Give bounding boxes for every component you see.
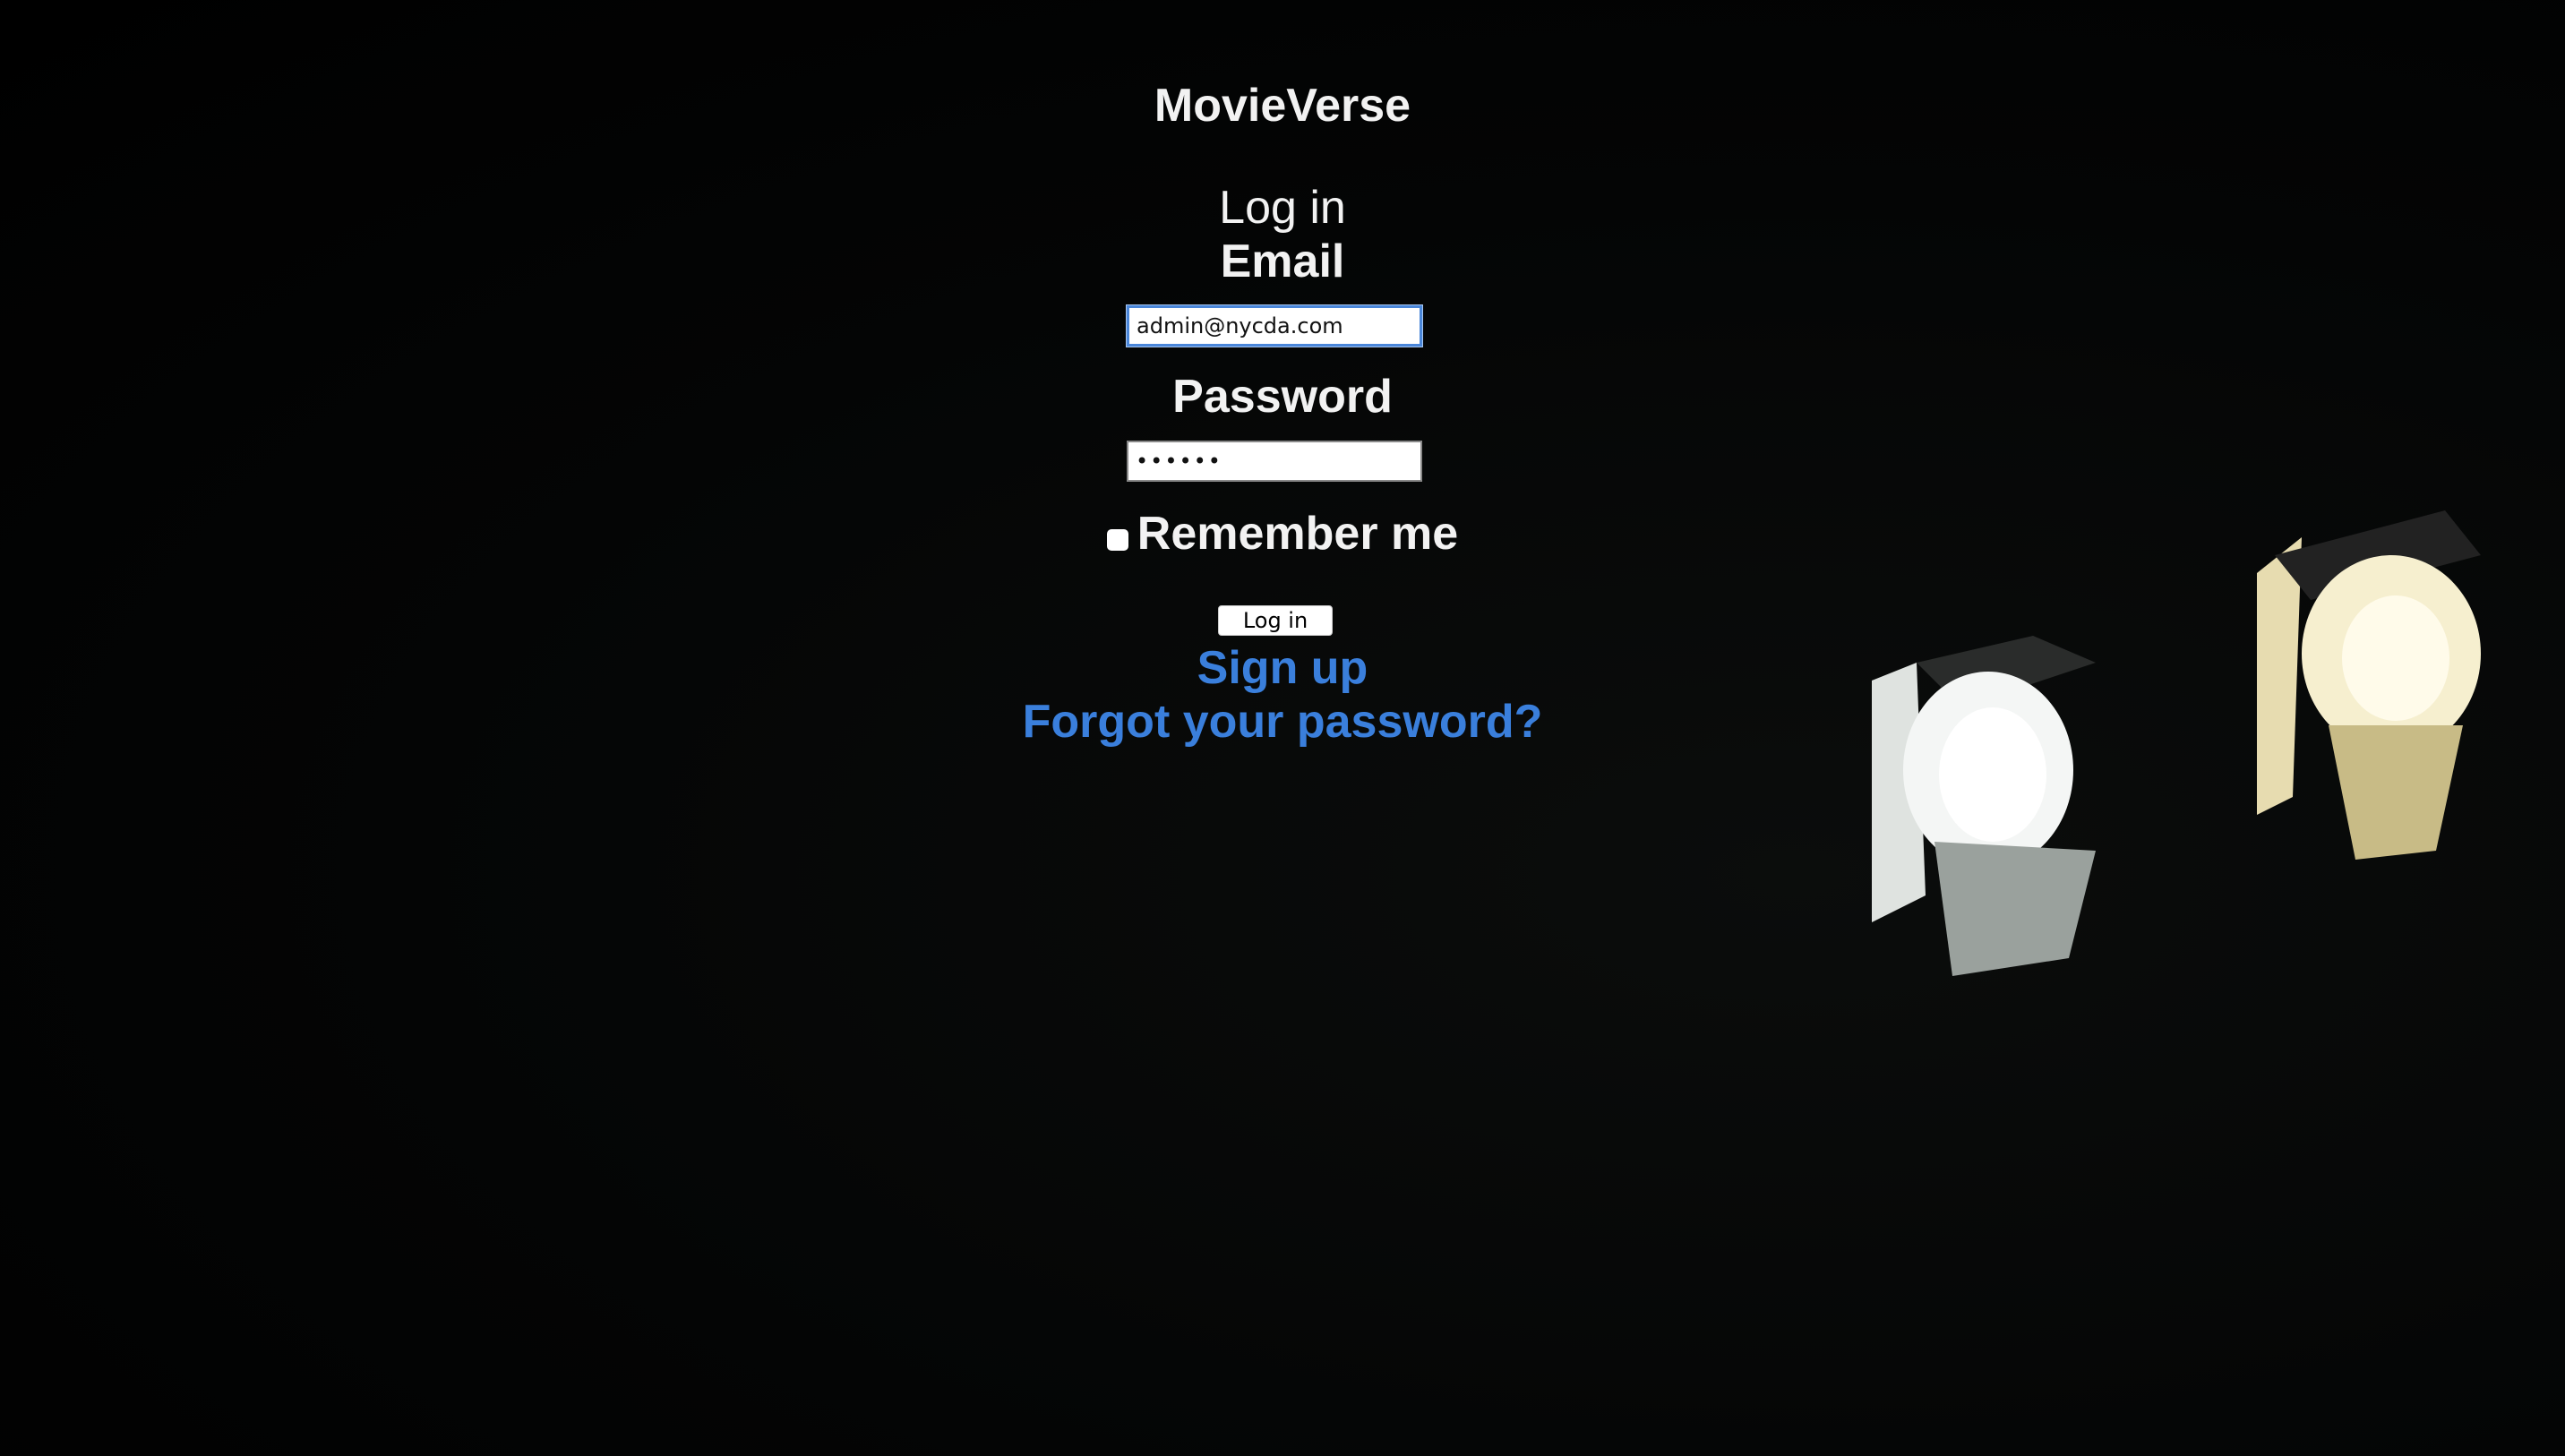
page-title: Log in [1219, 182, 1346, 234]
remember-me-row: Remember me [0, 507, 2565, 561]
brand-title: MovieVerse [1154, 80, 1411, 132]
forgot-password-link[interactable]: Forgot your password? [0, 695, 2565, 749]
password-label: Password [1172, 371, 1393, 423]
remember-me-checkbox[interactable] [1106, 529, 1128, 551]
login-page: MovieVerse Log in Email Password Remembe… [0, 0, 2565, 1456]
login-button[interactable]: Log in [1218, 605, 1333, 636]
signup-link[interactable]: Sign up [0, 641, 2565, 695]
email-field[interactable] [1127, 305, 1422, 347]
remember-me-label: Remember me [1137, 508, 1459, 560]
password-field[interactable] [1127, 441, 1422, 482]
email-label: Email [1220, 236, 1345, 287]
